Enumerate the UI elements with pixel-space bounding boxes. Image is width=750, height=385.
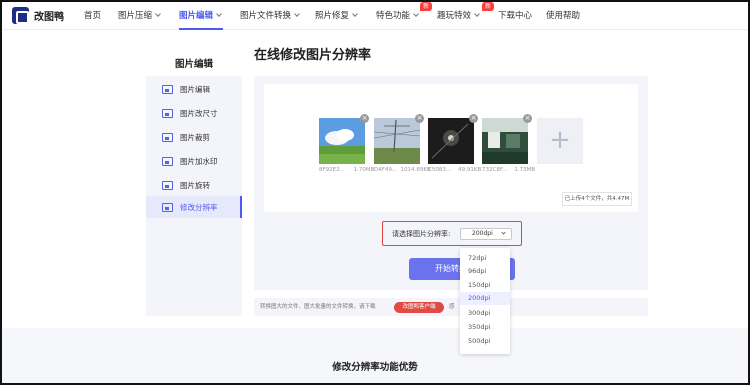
- sidebar-item-resize[interactable]: 图片改尺寸: [146, 102, 242, 124]
- image-icon: [162, 108, 173, 118]
- feature-section-title: 修改分辨率功能优势: [332, 362, 418, 373]
- nav-help[interactable]: 使用帮助: [546, 9, 580, 21]
- logo-icon: [12, 7, 29, 24]
- logo[interactable]: 改图鸭: [12, 7, 64, 24]
- dpi-label: 请选择图片分辨率:: [392, 229, 451, 238]
- plus-icon: +: [549, 125, 571, 155]
- download-client-button[interactable]: 改图鸭客户端: [394, 302, 444, 313]
- image-icon: [162, 202, 173, 212]
- sidebar-item-label: 图片加水印: [180, 156, 218, 166]
- sidebar-item-label: 图片改尺寸: [180, 108, 218, 118]
- chevron-down-icon: [501, 230, 506, 235]
- thumbnail-caption: 732C8F... 1.73MB: [482, 167, 536, 173]
- top-nav: 改图鸭 首页 图片压缩 图片编辑 图片文件转换 照片修复 特色功能 新 趣玩特效…: [0, 0, 750, 30]
- notice-tail: 感: [449, 304, 455, 310]
- thumbnail-caption: 8F92E2... 1.70MB: [319, 167, 375, 173]
- dpi-selector-row: 请选择图片分辨率: 200dpi: [382, 221, 522, 246]
- sidebar-item-crop[interactable]: 图片裁剪: [146, 126, 242, 148]
- dpi-select[interactable]: 200dpi: [460, 228, 512, 240]
- chevron-down-icon: [413, 11, 419, 17]
- dpi-option[interactable]: 350dpi: [460, 321, 510, 334]
- new-badge: 新: [482, 2, 494, 11]
- remove-icon[interactable]: ×: [360, 114, 369, 123]
- image-icon: [162, 84, 173, 94]
- photo-thumbnail: [482, 118, 528, 164]
- dpi-option[interactable]: 150dpi: [460, 279, 510, 292]
- chevron-down-icon: [474, 11, 480, 17]
- sidebar-item-label: 图片编辑: [180, 84, 210, 94]
- nav-home[interactable]: 首页: [84, 9, 101, 21]
- nav-image-compress[interactable]: 图片压缩: [118, 9, 161, 21]
- image-icon: [162, 156, 173, 166]
- nav-photo-repair[interactable]: 照片修复: [315, 9, 358, 21]
- remove-icon[interactable]: ×: [415, 114, 424, 123]
- dpi-dropdown: 72dpi 96dpi 150dpi 200dpi 300dpi 350dpi …: [460, 248, 510, 354]
- dpi-option[interactable]: 300dpi: [460, 307, 510, 320]
- nav-active-underline: [179, 28, 223, 30]
- thumbnail[interactable]: ×: [428, 114, 478, 164]
- sidebar-item-label: 图片裁剪: [180, 132, 210, 142]
- image-icon: [162, 132, 173, 142]
- sidebar-title: 图片编辑: [174, 59, 213, 70]
- dpi-option[interactable]: 96dpi: [460, 265, 510, 278]
- photo-thumbnail: [319, 118, 365, 164]
- sidebar-item-label: 修改分辨率: [180, 202, 218, 212]
- nav-special[interactable]: 特色功能: [376, 9, 419, 21]
- dpi-option[interactable]: 72dpi: [460, 252, 510, 265]
- nav-image-edit[interactable]: 图片编辑: [179, 9, 222, 21]
- upload-summary: 已上传4个文件，共4.47M: [562, 192, 632, 206]
- chevron-down-icon: [352, 11, 358, 17]
- new-badge: 新: [420, 2, 432, 11]
- dpi-option-selected[interactable]: 200dpi: [460, 292, 510, 305]
- page-title: 在线修改图片分辨率: [254, 48, 372, 63]
- thumbnail[interactable]: ×: [373, 114, 424, 164]
- feature-section: [0, 328, 750, 385]
- thumbnail[interactable]: ×: [319, 114, 369, 164]
- thumbnail-caption: D4F49... 1014.89KB: [374, 167, 431, 173]
- sidebar-item-resolution[interactable]: 修改分辨率: [146, 196, 242, 218]
- chevron-down-icon: [155, 11, 161, 17]
- photo-thumbnail: [373, 118, 421, 164]
- sidebar: 图片编辑 图片改尺寸 图片裁剪 图片加水印 图片旋转 修改分辨率: [146, 76, 242, 316]
- dpi-option[interactable]: 500dpi: [460, 335, 510, 348]
- nav-fun-effects[interactable]: 趣玩特效: [437, 9, 480, 21]
- chevron-down-icon: [216, 11, 222, 17]
- nav-download-center[interactable]: 下载中心: [498, 9, 532, 21]
- photo-thumbnail: [428, 118, 474, 164]
- logo-text: 改图鸭: [34, 12, 64, 23]
- sidebar-item-image-edit[interactable]: 图片编辑: [146, 78, 242, 100]
- sidebar-item-watermark[interactable]: 图片加水印: [146, 150, 242, 172]
- image-icon: [162, 180, 173, 190]
- add-file-button[interactable]: +: [537, 118, 583, 164]
- chevron-down-icon: [294, 11, 300, 17]
- thumbnail[interactable]: ×: [482, 114, 532, 164]
- sidebar-item-label: 图片旋转: [180, 180, 210, 190]
- remove-icon[interactable]: ×: [469, 114, 478, 123]
- nav-file-convert[interactable]: 图片文件转换: [240, 9, 300, 21]
- sidebar-item-rotate[interactable]: 图片旋转: [146, 174, 242, 196]
- dpi-select-value: 200dpi: [472, 230, 493, 237]
- remove-icon[interactable]: ×: [523, 114, 532, 123]
- thumbnail-caption: C5083... 49.91KB: [428, 167, 482, 173]
